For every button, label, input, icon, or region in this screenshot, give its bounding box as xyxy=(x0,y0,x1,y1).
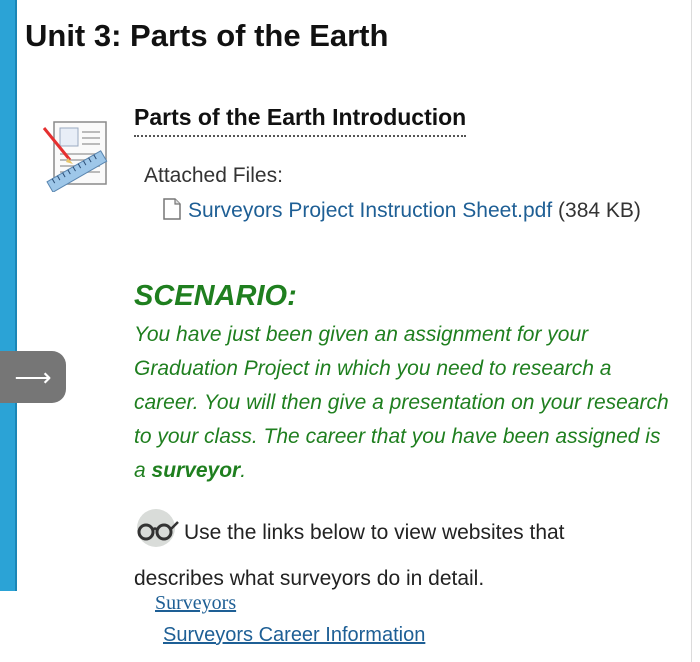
attachment-entry: Surveyors Project Instruction Sheet.pdf … xyxy=(162,195,662,226)
left-accent-stripe xyxy=(0,0,17,591)
arrow-right-icon: ⟶ xyxy=(14,362,52,392)
page-title: Unit 3: Parts of the Earth xyxy=(25,18,389,53)
assignment-document-icon xyxy=(42,121,108,192)
scenario-heading: SCENARIO: xyxy=(134,280,297,312)
attached-files-label: Attached Files: xyxy=(144,164,283,187)
attachment-file-size: (384 KB) xyxy=(558,199,641,222)
link-surveyors[interactable]: Surveyors xyxy=(155,592,236,615)
right-border xyxy=(691,0,692,662)
scenario-text: You have just been given an assignment f… xyxy=(134,318,674,488)
item-title[interactable]: Parts of the Earth Introduction xyxy=(134,104,467,137)
file-icon xyxy=(163,198,181,220)
scenario-end: . xyxy=(240,459,247,482)
next-arrow-button[interactable]: ⟶ xyxy=(0,351,66,403)
attachment-file-link[interactable]: Surveyors Project Instruction Sheet.pdf xyxy=(188,199,552,222)
scenario-bold-word: surveyor xyxy=(151,459,241,482)
link-surveyors-career-information[interactable]: Surveyors Career Information xyxy=(163,624,425,647)
links-instruction: Use the links below to view websites tha… xyxy=(134,521,565,590)
